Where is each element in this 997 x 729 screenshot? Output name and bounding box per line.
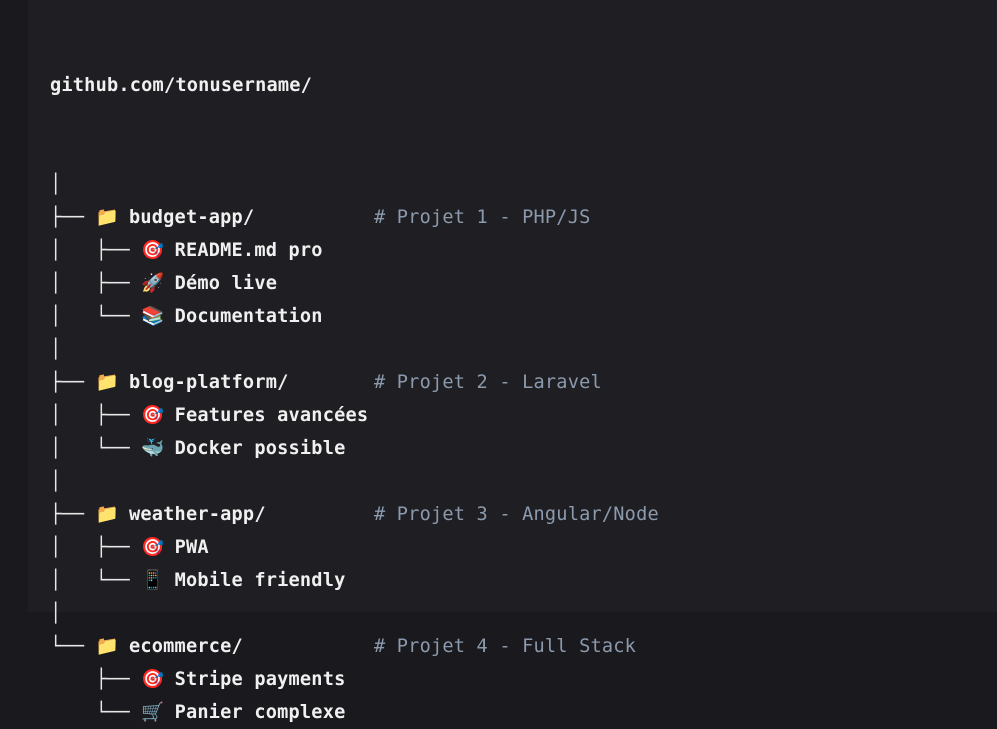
tree-item-label: blog-platform/ bbox=[128, 372, 289, 393]
tree-connector: │ bbox=[50, 603, 62, 624]
tree-item-label: Features avancées bbox=[174, 405, 369, 426]
tree-connector: └── bbox=[50, 702, 142, 723]
books-icon: 📚 bbox=[141, 306, 165, 327]
tree-item-label: weather-app/ bbox=[128, 504, 266, 525]
tree-spacer-row: │ bbox=[50, 333, 368, 366]
target-icon: 🎯 bbox=[141, 669, 165, 690]
tree-item-label: Docker possible bbox=[174, 438, 346, 459]
project-comment: # Projet 4 - Full Stack bbox=[374, 636, 637, 657]
tree-row: │ └── 📱 Mobile friendly bbox=[50, 564, 368, 597]
cart-icon: 🛒 bbox=[141, 702, 165, 723]
target-icon: 🎯 bbox=[141, 405, 165, 426]
folder-icon: 📁 bbox=[95, 504, 119, 525]
tree-row: └── 📁 ecommerce/ # Projet 4 - Full Stack bbox=[50, 630, 636, 663]
root-label: github.com/tonusername/ bbox=[50, 75, 313, 96]
tree-row: │ ├── 🎯 README.md pro bbox=[50, 234, 368, 267]
project-comment: # Projet 1 - PHP/JS bbox=[374, 207, 591, 228]
tree-item-label: Mobile friendly bbox=[174, 570, 346, 591]
tree-row: │ ├── 🎯 PWA bbox=[50, 531, 368, 564]
tree-connector: │ ├── bbox=[50, 537, 142, 558]
tree-connector: │ └── bbox=[50, 570, 142, 591]
rocket-icon: 🚀 bbox=[141, 273, 165, 294]
mobile-icon: 📱 bbox=[141, 570, 165, 591]
tree-row: ├── 📁 blog-platform/ # Projet 2 - Laravel bbox=[50, 366, 602, 399]
folder-icon: 📁 bbox=[95, 207, 119, 228]
tree-connector: ├── bbox=[50, 207, 96, 228]
folder-icon: 📁 bbox=[95, 372, 119, 393]
tree-item-label: budget-app/ bbox=[128, 207, 255, 228]
tree-connector: │ bbox=[50, 339, 62, 360]
tree-connector: │ └── bbox=[50, 306, 142, 327]
tree-root: github.com/tonusername/ bbox=[50, 69, 368, 102]
tree-item-label: Documentation bbox=[174, 306, 323, 327]
tree-row: │ └── 🐳 Docker possible bbox=[50, 432, 368, 465]
tree-spacer-row: │ bbox=[50, 597, 368, 630]
tree-spacer-row: │ bbox=[50, 465, 368, 498]
tree-row: │ ├── 🎯 Features avancées bbox=[50, 399, 368, 432]
project-comment: # Projet 3 - Angular/Node bbox=[374, 504, 659, 525]
directory-tree: github.com/tonusername/ │ ├── 📁 budget-ap… bbox=[50, 3, 659, 729]
tree-item-label: PWA bbox=[174, 537, 209, 558]
tree-connector: ├── bbox=[50, 372, 96, 393]
tree-row: │ └── 📚 Documentation bbox=[50, 300, 368, 333]
tree-connector: └── bbox=[50, 636, 96, 657]
tree-connector: │ ├── bbox=[50, 273, 142, 294]
tree-item-label: README.md pro bbox=[174, 240, 323, 261]
target-icon: 🎯 bbox=[141, 240, 165, 261]
target-icon: 🎯 bbox=[141, 537, 165, 558]
tree-connector: ├── bbox=[50, 669, 142, 690]
tree-connector: │ bbox=[50, 471, 62, 492]
tree-spacer-row: │ bbox=[50, 168, 368, 201]
tree-connector: │ ├── bbox=[50, 405, 142, 426]
code-block: github.com/tonusername/ │ ├── 📁 budget-ap… bbox=[28, 0, 997, 723]
tree-item-label: ecommerce/ bbox=[128, 636, 243, 657]
tree-row: └── 🛒 Panier complexe bbox=[50, 696, 368, 729]
tree-connector: │ bbox=[50, 174, 62, 195]
tree-connector: ├── bbox=[50, 504, 96, 525]
tree-connector: │ ├── bbox=[50, 240, 142, 261]
folder-icon: 📁 bbox=[95, 636, 119, 657]
tree-item-label: Démo live bbox=[174, 273, 278, 294]
tree-row: ├── 🎯 Stripe payments bbox=[50, 663, 368, 696]
whale-icon: 🐳 bbox=[141, 438, 165, 459]
tree-row: ├── 📁 weather-app/ # Projet 3 - Angular/N… bbox=[50, 498, 659, 531]
tree-row: │ ├── 🚀 Démo live bbox=[50, 267, 368, 300]
project-comment: # Projet 2 - Laravel bbox=[374, 372, 602, 393]
tree-item-label: Stripe payments bbox=[174, 669, 346, 690]
tree-connector: │ └── bbox=[50, 438, 142, 459]
tree-row: ├── 📁 budget-app/ # Projet 1 - PHP/JS bbox=[50, 201, 590, 234]
tree-item-label: Panier complexe bbox=[174, 702, 346, 723]
